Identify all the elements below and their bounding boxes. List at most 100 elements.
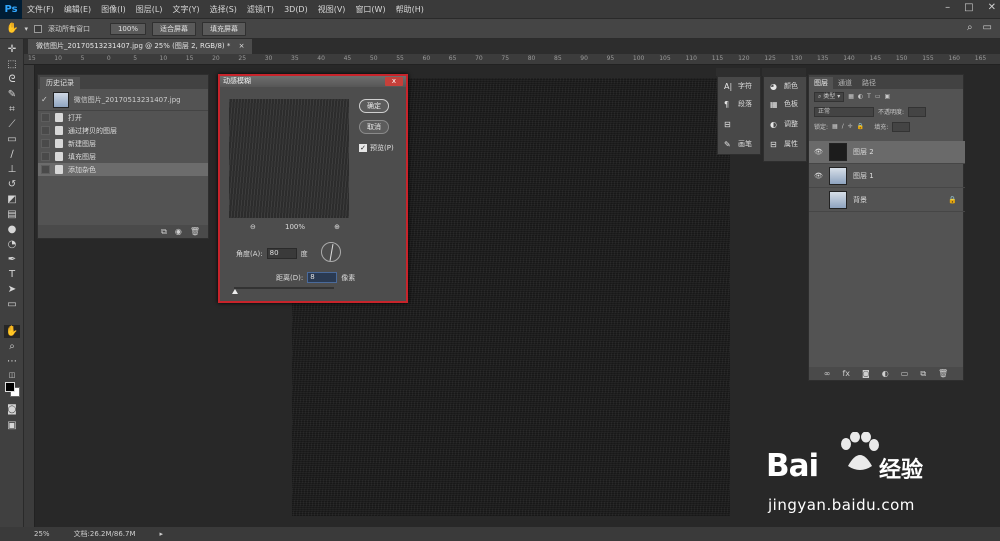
- foreground-color-swatch[interactable]: [5, 382, 15, 392]
- menu-item[interactable]: 选择(S): [205, 0, 242, 19]
- pen-tool-icon[interactable]: ✒: [4, 253, 20, 266]
- history-item[interactable]: 添加杂色: [38, 163, 208, 176]
- fit-screen-button[interactable]: 适合屏幕: [151, 21, 196, 36]
- distance-slider-track[interactable]: [234, 287, 334, 289]
- mini-panel-item[interactable]: ▦ 色板: [764, 95, 806, 113]
- stamp-tool-icon[interactable]: ⊥: [4, 163, 20, 176]
- quick-mask-icon[interactable]: ◙: [4, 403, 20, 416]
- path-select-tool-icon[interactable]: ➤: [4, 283, 20, 296]
- menu-item[interactable]: 图像(I): [96, 0, 131, 19]
- quick-select-tool-icon[interactable]: ✎: [4, 88, 20, 101]
- menu-item[interactable]: 编辑(E): [59, 0, 96, 19]
- type-tool-icon[interactable]: T: [4, 268, 20, 281]
- filter-adjust-icon[interactable]: ◐: [858, 93, 863, 100]
- history-source-box[interactable]: [41, 165, 50, 174]
- history-item[interactable]: 打开: [38, 111, 208, 124]
- opacity-input[interactable]: [908, 106, 927, 117]
- new-document-from-state-icon[interactable]: ⧉: [161, 227, 167, 237]
- mini-panel-item[interactable]: ¶ 段落: [718, 95, 760, 113]
- distance-slider-thumb[interactable]: [232, 289, 238, 294]
- minimize-icon[interactable]: –: [945, 2, 950, 13]
- gradient-tool-icon[interactable]: ▤: [4, 208, 20, 221]
- zoom-100-button[interactable]: 100%: [109, 22, 146, 35]
- hand-tool-icon[interactable]: ✋: [4, 325, 20, 338]
- preview-checkbox[interactable]: ✓: [359, 144, 367, 152]
- filter-pixel-icon[interactable]: ▦: [848, 93, 854, 100]
- close-icon[interactable]: ✕: [988, 2, 996, 13]
- preview-option[interactable]: ✓ 预览(P): [359, 143, 394, 153]
- camera-icon[interactable]: ◉: [175, 227, 182, 236]
- history-source-box[interactable]: [41, 126, 50, 135]
- close-button[interactable]: x: [385, 77, 403, 86]
- history-item[interactable]: 新建图层: [38, 137, 208, 150]
- history-source-box[interactable]: [41, 139, 50, 148]
- search-icon[interactable]: ⌕: [967, 22, 973, 33]
- menu-item[interactable]: 文件(F): [22, 0, 59, 19]
- eye-icon[interactable]: 👁: [814, 172, 823, 180]
- layers-tab[interactable]: 路径: [857, 77, 881, 89]
- marquee-tool-icon[interactable]: ⬚: [4, 58, 20, 71]
- status-arrow-icon[interactable]: ▸: [160, 530, 164, 538]
- healing-tool-icon[interactable]: ▭: [4, 133, 20, 146]
- chevron-down-icon[interactable]: ▾: [24, 25, 28, 33]
- layer-row[interactable]: 背景 🔒: [809, 189, 965, 212]
- filter-type-icon[interactable]: T: [867, 93, 871, 100]
- eyedropper-tool-icon[interactable]: ⟋: [4, 118, 20, 131]
- blur-tool-icon[interactable]: ●: [4, 223, 20, 236]
- angle-input[interactable]: 80: [266, 248, 297, 259]
- mini-panel-item[interactable]: ◕ 颜色: [764, 77, 806, 95]
- fx-icon[interactable]: fx: [842, 369, 850, 378]
- layers-tab[interactable]: 通道: [833, 77, 857, 89]
- trash-icon[interactable]: 🗑: [938, 369, 948, 378]
- zoom-tool-icon[interactable]: ⌕: [4, 340, 20, 353]
- brush-tool-icon[interactable]: ∕: [4, 148, 20, 161]
- mask-icon[interactable]: ◙: [862, 369, 870, 378]
- ok-button[interactable]: 确定: [359, 99, 389, 113]
- zoom-in-icon[interactable]: ⊕: [334, 223, 340, 231]
- group-icon[interactable]: ▭: [901, 369, 909, 378]
- angle-dial[interactable]: [321, 242, 341, 262]
- mini-panel-item[interactable]: A| 字符: [718, 77, 760, 95]
- lock-pixels-icon[interactable]: ▦: [832, 123, 838, 130]
- shape-tool-icon[interactable]: ▭: [4, 298, 20, 311]
- history-snapshot[interactable]: ✓ 微信图片_20170513231407.jpg: [38, 89, 208, 111]
- layer-row[interactable]: 👁 图层 1: [809, 165, 965, 188]
- move-tool-icon[interactable]: ✛: [4, 43, 20, 56]
- blend-mode-select[interactable]: 正常: [814, 106, 874, 117]
- menu-item[interactable]: 帮助(H): [391, 0, 429, 19]
- cancel-button[interactable]: 取消: [359, 120, 389, 134]
- screen-mode-icon[interactable]: ▣: [4, 419, 20, 432]
- eraser-tool-icon[interactable]: ◩: [4, 193, 20, 206]
- lock-paint-icon[interactable]: ∕: [842, 123, 844, 130]
- scroll-all-checkbox[interactable]: [33, 24, 42, 33]
- history-item[interactable]: 通过拷贝的图层: [38, 124, 208, 137]
- menu-item[interactable]: 3D(D): [279, 0, 313, 19]
- blur-preview[interactable]: [229, 99, 349, 218]
- mini-panel-item[interactable]: ◐ 调整: [764, 113, 806, 135]
- filter-shape-icon[interactable]: ▭: [875, 93, 881, 100]
- more-tools-icon[interactable]: ⋯: [4, 355, 20, 368]
- tab-history[interactable]: 历史记录: [40, 77, 80, 89]
- trash-icon[interactable]: 🗑: [190, 227, 200, 236]
- layer-row[interactable]: 👁 图层 2: [809, 141, 965, 164]
- menu-item[interactable]: 窗口(W): [350, 0, 390, 19]
- layer-filter-select[interactable]: ⌕ 类型 ▾: [814, 91, 845, 102]
- eye-icon[interactable]: 👁: [814, 148, 823, 156]
- crop-tool-icon[interactable]: ⌗: [4, 103, 20, 116]
- document-tab[interactable]: 微信图片_20170513231407.jpg @ 25% (图层 2, RGB…: [28, 39, 253, 54]
- hand-tool-icon[interactable]: ✋: [6, 23, 18, 34]
- mini-panel-item[interactable]: ⊟ 属性: [764, 135, 806, 153]
- history-item[interactable]: 填充图层: [38, 150, 208, 163]
- filter-smart-icon[interactable]: ▣: [884, 93, 890, 100]
- status-zoom[interactable]: 25%: [34, 530, 50, 538]
- layers-tab[interactable]: 图层: [809, 77, 833, 89]
- lock-move-icon[interactable]: ✛: [848, 123, 853, 130]
- fill-input[interactable]: [892, 121, 911, 132]
- dodge-tool-icon[interactable]: ◔: [4, 238, 20, 251]
- history-source-box[interactable]: [41, 113, 50, 122]
- maximize-icon[interactable]: □: [964, 2, 973, 13]
- zoom-out-icon[interactable]: ⊖: [250, 223, 256, 231]
- fill-screen-button[interactable]: 填充屏幕: [201, 21, 246, 36]
- mini-panel-item[interactable]: ✎ 画笔: [718, 135, 760, 153]
- close-icon[interactable]: ×: [239, 42, 245, 50]
